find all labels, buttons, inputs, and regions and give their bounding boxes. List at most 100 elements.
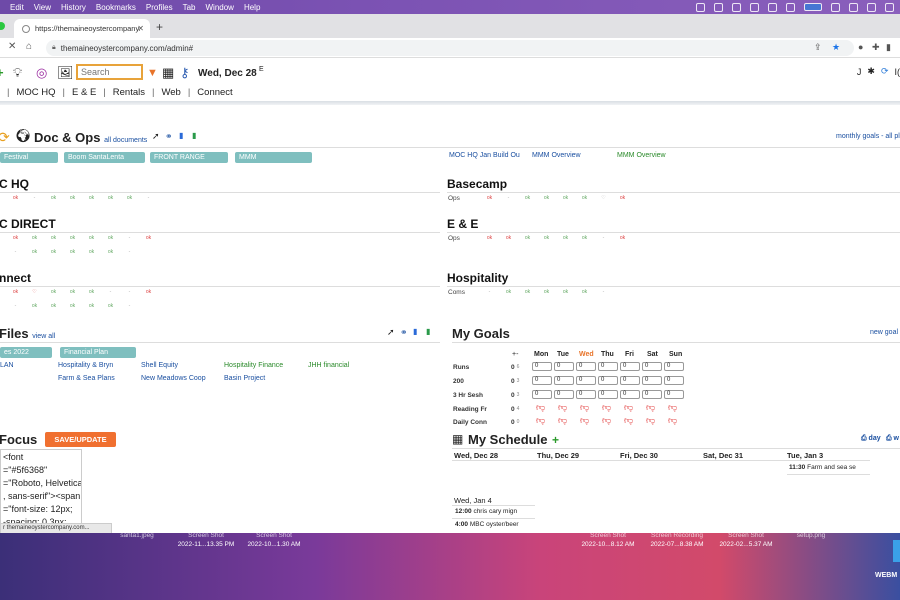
rocket-icon[interactable]: ➚ — [152, 131, 160, 142]
thumbs-down-icon[interactable]: 👎︎ — [624, 415, 633, 426]
thumbs-down-icon[interactable]: 👎︎ — [668, 402, 677, 413]
goal-day-select[interactable]: 0 — [532, 390, 552, 399]
link-icon[interactable]: ⚭ — [400, 327, 408, 338]
link-icon[interactable]: ⚭ — [165, 131, 173, 142]
thumbs-down-icon[interactable]: 👎︎ — [602, 402, 611, 413]
desktop-file[interactable]: Screen Shot 2022-10...1.30 AM — [240, 531, 308, 549]
doc-link[interactable]: MOC HQ Jan Build Ou — [449, 152, 520, 159]
sheet-icon[interactable]: ▮ — [426, 327, 430, 336]
menu-help[interactable]: Help — [244, 3, 260, 12]
new-tab-button[interactable]: + — [156, 20, 163, 34]
menu-tab[interactable]: Tab — [183, 3, 196, 12]
save-update-button[interactable]: SAVE/UPDATE — [45, 432, 116, 447]
goal-day-select[interactable]: 0 — [598, 376, 618, 385]
desktop-file[interactable]: Screen Recording 2022-07...8.38 AM — [642, 531, 712, 549]
nav-web[interactable]: Web — [161, 87, 180, 98]
nav-moc-hq[interactable]: MOC HQ — [16, 87, 55, 98]
bug-icon[interactable]: ✱ — [867, 66, 875, 77]
search-icon[interactable] — [867, 2, 876, 12]
menu-history[interactable]: History — [61, 3, 86, 12]
bolt-icon[interactable] — [768, 2, 777, 12]
user-icon[interactable] — [849, 2, 858, 12]
file-link[interactable]: Farm & Sea Plans — [58, 375, 115, 382]
home-icon[interactable]: ⌂ — [26, 41, 32, 52]
goal-day-select[interactable]: 0 — [532, 376, 552, 385]
target-icon[interactable]: ◎ — [36, 65, 47, 81]
puzzle-icon[interactable]: ✚ — [872, 42, 880, 53]
sheet-link[interactable]: Hospitality Finance — [224, 362, 283, 369]
menu-profiles[interactable]: Profiles — [146, 3, 173, 12]
monthly-goals-link[interactable]: monthly goals - all pl — [836, 133, 900, 140]
desktop-file[interactable]: setup.png — [786, 531, 836, 540]
goal-day-select[interactable]: 0 — [532, 362, 552, 371]
control-center-icon[interactable] — [885, 2, 894, 12]
doc-icon[interactable]: ▮ — [413, 327, 417, 336]
print-week-link[interactable]: ⎙ w — [886, 435, 899, 443]
sidebar-icon[interactable]: ▮ — [886, 42, 891, 53]
goal-day-select[interactable]: 0 — [664, 362, 684, 371]
url-field[interactable]: 🔒︎ themaineoystercompany.com/admin# ⇪ ★ — [46, 40, 854, 56]
doc-pill[interactable]: Festival — [0, 152, 58, 163]
goal-day-select[interactable]: 0 — [664, 376, 684, 385]
extension-icon[interactable]: ● — [858, 42, 863, 52]
file-pill[interactable]: Financial Plan — [60, 347, 136, 358]
share-icon[interactable]: ⇪ — [814, 42, 822, 53]
desktop-file[interactable]: santa1.jpeg — [112, 531, 162, 540]
goal-day-select[interactable]: 0 — [664, 390, 684, 399]
files-view-all-link[interactable]: view all — [32, 333, 55, 340]
lightbulb-icon[interactable]: 💡︎ — [13, 65, 22, 81]
new-goal-link[interactable]: new goal — [870, 329, 898, 336]
goal-day-select[interactable]: 0 — [620, 362, 640, 371]
nav-connect[interactable]: Connect — [197, 87, 232, 98]
thumbs-down-icon[interactable]: 👎︎ — [580, 402, 589, 413]
focus-editor[interactable]: <font ="#5f6368" ="Roboto, Helvetica , s… — [0, 449, 82, 531]
desktop-file[interactable]: Screen Shot 2022-10...8.12 AM — [574, 531, 642, 549]
image-icon[interactable]: 🖼︎ — [57, 65, 74, 81]
goal-day-select[interactable]: 0 — [598, 362, 618, 371]
user-initial[interactable]: J — [857, 67, 862, 77]
doc-pill[interactable]: FRONT RANGE — [150, 152, 228, 163]
goal-day-select[interactable]: 0 — [642, 362, 662, 371]
doc-pill[interactable]: MMM — [235, 152, 312, 163]
thumbs-down-icon[interactable]: 👎︎ — [624, 402, 633, 413]
thumbs-down-icon[interactable]: 👎︎ — [602, 415, 611, 426]
event[interactable]: 12:00 chris cary mign — [455, 508, 517, 515]
chevron-down-icon[interactable]: ▼ — [147, 67, 158, 79]
sheet-link[interactable]: JHH financial — [308, 362, 349, 369]
doc-link[interactable]: MMM Overview — [532, 152, 581, 159]
goal-day-select[interactable]: 0 — [554, 390, 574, 399]
all-documents-link[interactable]: all documents — [104, 137, 147, 144]
event[interactable]: 4:00 MBC oyster/beer — [455, 521, 519, 528]
goal-day-select[interactable]: 0 — [576, 362, 596, 371]
calendar-icon[interactable]: ▦ — [162, 65, 174, 81]
thumbs-down-icon[interactable]: 👎︎ — [668, 415, 677, 426]
status-icon[interactable] — [732, 2, 741, 12]
print-day-link[interactable]: ⎙ day — [861, 435, 881, 443]
moon-icon[interactable] — [750, 2, 759, 12]
sheet-link[interactable]: MMM Overview — [617, 152, 666, 159]
nav-rentals[interactable]: Rentals — [113, 87, 145, 98]
file-link[interactable]: Hospitality & Bryn — [58, 362, 113, 369]
refresh-icon[interactable]: ⟳ — [0, 129, 10, 146]
rocket-icon[interactable]: ➚ — [387, 327, 395, 338]
thumbs-down-icon[interactable]: 👎︎ — [558, 402, 567, 413]
status-icon[interactable] — [714, 2, 723, 12]
goal-day-select[interactable]: 0 — [620, 390, 640, 399]
event[interactable]: 11:30 Farm and sea se — [789, 464, 856, 471]
thumbs-down-icon[interactable]: 👎︎ — [646, 402, 655, 413]
menu-edit[interactable]: Edit — [10, 3, 24, 12]
window-zoom-button[interactable] — [0, 22, 5, 30]
close-icon[interactable]: ✕ — [137, 24, 144, 33]
stop-icon[interactable]: ✕ — [8, 41, 16, 52]
thumbs-down-icon[interactable]: 👎︎ — [580, 415, 589, 426]
goal-day-select[interactable]: 0 — [554, 362, 574, 371]
status-icon[interactable] — [696, 2, 705, 12]
desktop-file[interactable]: Screen Shot 2022-11...13.35 PM — [172, 531, 240, 549]
doc-pill[interactable]: Boom SantaLenta — [64, 152, 145, 163]
refresh-icon[interactable]: ⟳ — [881, 66, 889, 77]
add-icon[interactable]: + — [0, 65, 4, 80]
file-link[interactable]: New Meadows Coop — [141, 375, 206, 382]
file-link[interactable]: Basin Project — [224, 375, 265, 382]
goal-day-select[interactable]: 0 — [576, 390, 596, 399]
browser-tab[interactable]: https://themaineoystercompany. ✕ — [14, 19, 150, 38]
